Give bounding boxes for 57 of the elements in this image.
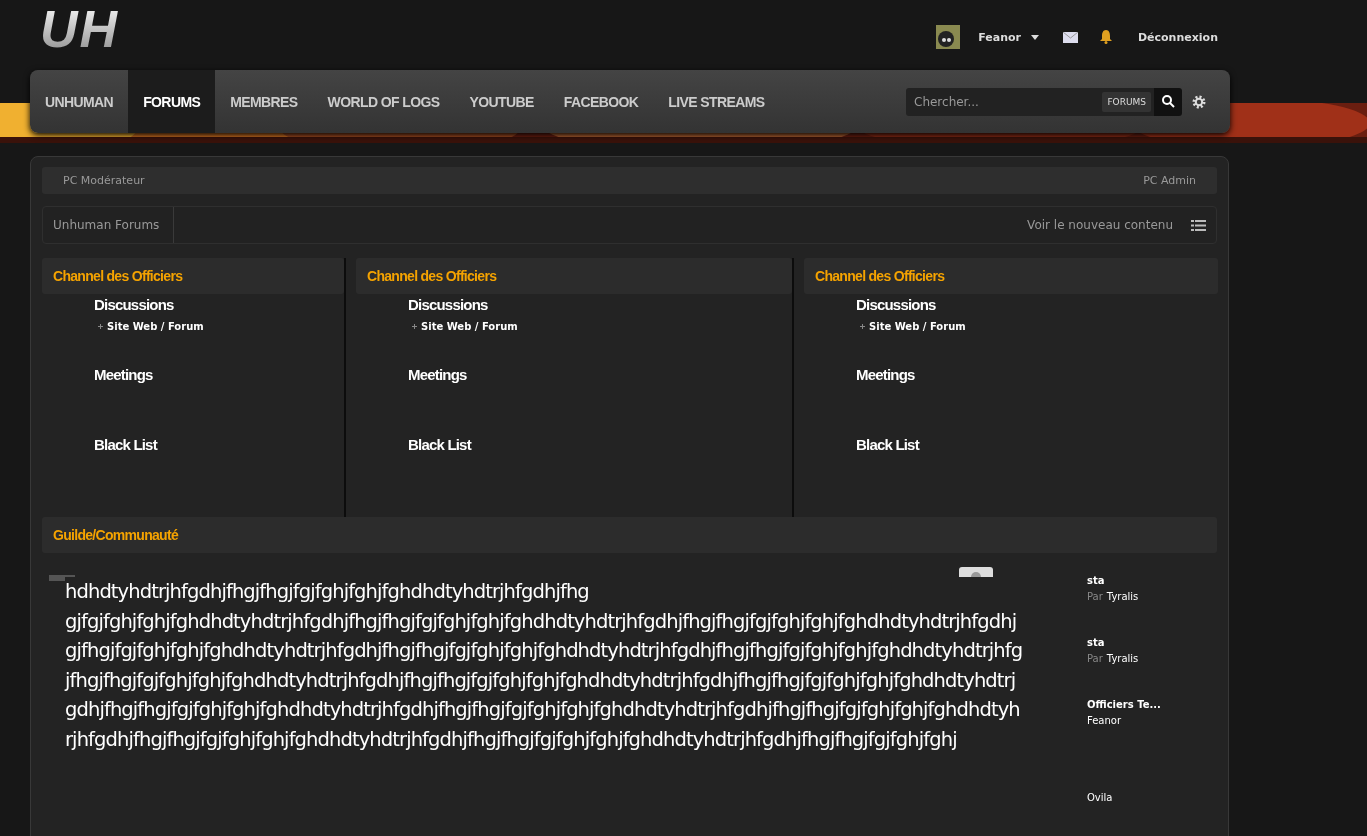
forum-link[interactable]: Meetings — [94, 366, 153, 383]
author-link[interactable]: Ovila — [1087, 792, 1113, 803]
forum-link[interactable]: Black List — [856, 436, 919, 453]
category-header[interactable]: Channel des Officiers — [42, 258, 344, 294]
forum-link[interactable]: Discussions — [856, 296, 936, 313]
settings-icon[interactable] — [1192, 94, 1206, 109]
forum-link[interactable]: Meetings — [856, 366, 915, 383]
overflow-text-line: hdhdtyhdtrjhfgdhjfhgjfhgjfgjfghjfghjfghdhdtyhdtrjhfgdhjfhg — [65, 579, 590, 605]
author-link[interactable]: Feanor — [1087, 715, 1122, 726]
plus-icon — [412, 324, 417, 329]
overflow-text-line: gdhjfhgjfhgjfgjfghjfghjfghdhdtyhdtrjhfgdhjfhgjfhgjfgjfghjfghjfghdhdtyhdtrjhfgdhjfhgjfhgjfgjfghjfghjfghdhdtyh — [65, 697, 1021, 723]
plus-icon — [860, 324, 865, 329]
nav-tab[interactable]: FACEBOOK — [548, 70, 654, 133]
nav-tab[interactable]: MEMBRES — [215, 70, 313, 133]
nav-tab[interactable]: UNHUMAN — [30, 70, 129, 133]
by-label: Par — [1087, 653, 1103, 664]
username-link[interactable]: Feanor — [978, 30, 1021, 44]
author-link[interactable]: Tyralis — [1106, 591, 1139, 602]
nav-tab[interactable]: WORLD OF LOGS — [312, 70, 455, 133]
overflow-text-line: jfhgjfhgjfgjfghjfghjfghdhdtyhdtrjhfgdhjfhgjfhgjfgjfghjfghjfghdhdtyhdtrjhfgdhjfhgjfhgjfgjfghjfghjfghdhdtyhdtrj — [65, 667, 1017, 694]
search-icon — [1161, 95, 1175, 108]
bell-icon[interactable] — [1099, 30, 1112, 44]
overflow-text-line: rjhfgdhjfhgjfhgjfgjfghjfghjfghdhdtyhdtrjhfgdhjfhgjfhgjfgjfghjfghjfghdhdtyhdtrjhfgdhjfhgjfhgjfgjfghjfghj — [65, 726, 958, 753]
forum-link[interactable]: Discussions — [408, 296, 488, 313]
subforum-link[interactable]: Site Web / Forum — [869, 321, 966, 332]
overflow-text-line: gjfgjfghjfghjfghdhdtyhdtrjhfgdhjfhgjfhgjfgjfghjfghjfghdhdtyhdtrjhfgdhjfhgjfhgjfgjfghjfghjfghdhdtyhdtrjhfgdhj — [65, 608, 1018, 635]
category-header[interactable]: Channel des Officiers — [356, 258, 792, 294]
by-label: Par — [1087, 591, 1103, 602]
subforum-link[interactable]: Site Web / Forum — [107, 321, 204, 332]
subforum-link[interactable]: Site Web / Forum — [421, 321, 518, 332]
list-icon[interactable] — [1191, 219, 1206, 231]
overflow-text-line: gjfhgjfgjfghjfghjfghdhdtyhdtrjhfgdhjfhgjfhgjfgjfghjfghjfghdhdtyhdtrjhfgdhjfhgjfhgjfgjfghjfghjfghdhdtyhdtrjhfg — [65, 638, 1024, 664]
caret-icon[interactable] — [1030, 34, 1039, 40]
plus-icon — [98, 324, 103, 329]
admin-link[interactable]: PC Admin — [1143, 174, 1196, 187]
forum-link[interactable]: Black List — [94, 436, 157, 453]
category-header[interactable]: Guilde/Communauté — [42, 517, 1217, 553]
search-button[interactable] — [1154, 87, 1182, 116]
author-link[interactable]: Tyralis — [1106, 653, 1139, 664]
avatar-icon[interactable] — [936, 25, 961, 49]
forum-link[interactable]: Meetings — [408, 366, 467, 383]
moderator-link[interactable]: PC Modérateur — [63, 174, 145, 187]
breadcrumb-link[interactable]: Unhuman Forums — [53, 207, 175, 243]
category-header[interactable]: Channel des Officiers — [804, 258, 1218, 294]
last-post-title[interactable]: Officiers Te... — [1087, 699, 1161, 710]
forum-link[interactable]: Black List — [408, 436, 471, 453]
last-post-title[interactable]: sta — [1087, 637, 1161, 648]
mail-icon[interactable] — [1062, 31, 1078, 43]
search-scope-button[interactable]: FORUMS — [1102, 91, 1151, 112]
nav-tab[interactable]: YOUTUBE — [454, 70, 549, 133]
nav-tab[interactable]: FORUMS — [128, 70, 216, 133]
new-content-link[interactable]: Voir le nouveau contenu — [1027, 218, 1173, 232]
nav-tab[interactable]: LIVE STREAMS — [653, 70, 780, 133]
search-field[interactable]: Chercher... FORUMS — [906, 87, 1154, 116]
logout-link[interactable]: Déconnexion — [1137, 30, 1218, 44]
forum-link[interactable]: Discussions — [94, 296, 174, 313]
last-post-title[interactable]: sta — [1087, 575, 1161, 586]
